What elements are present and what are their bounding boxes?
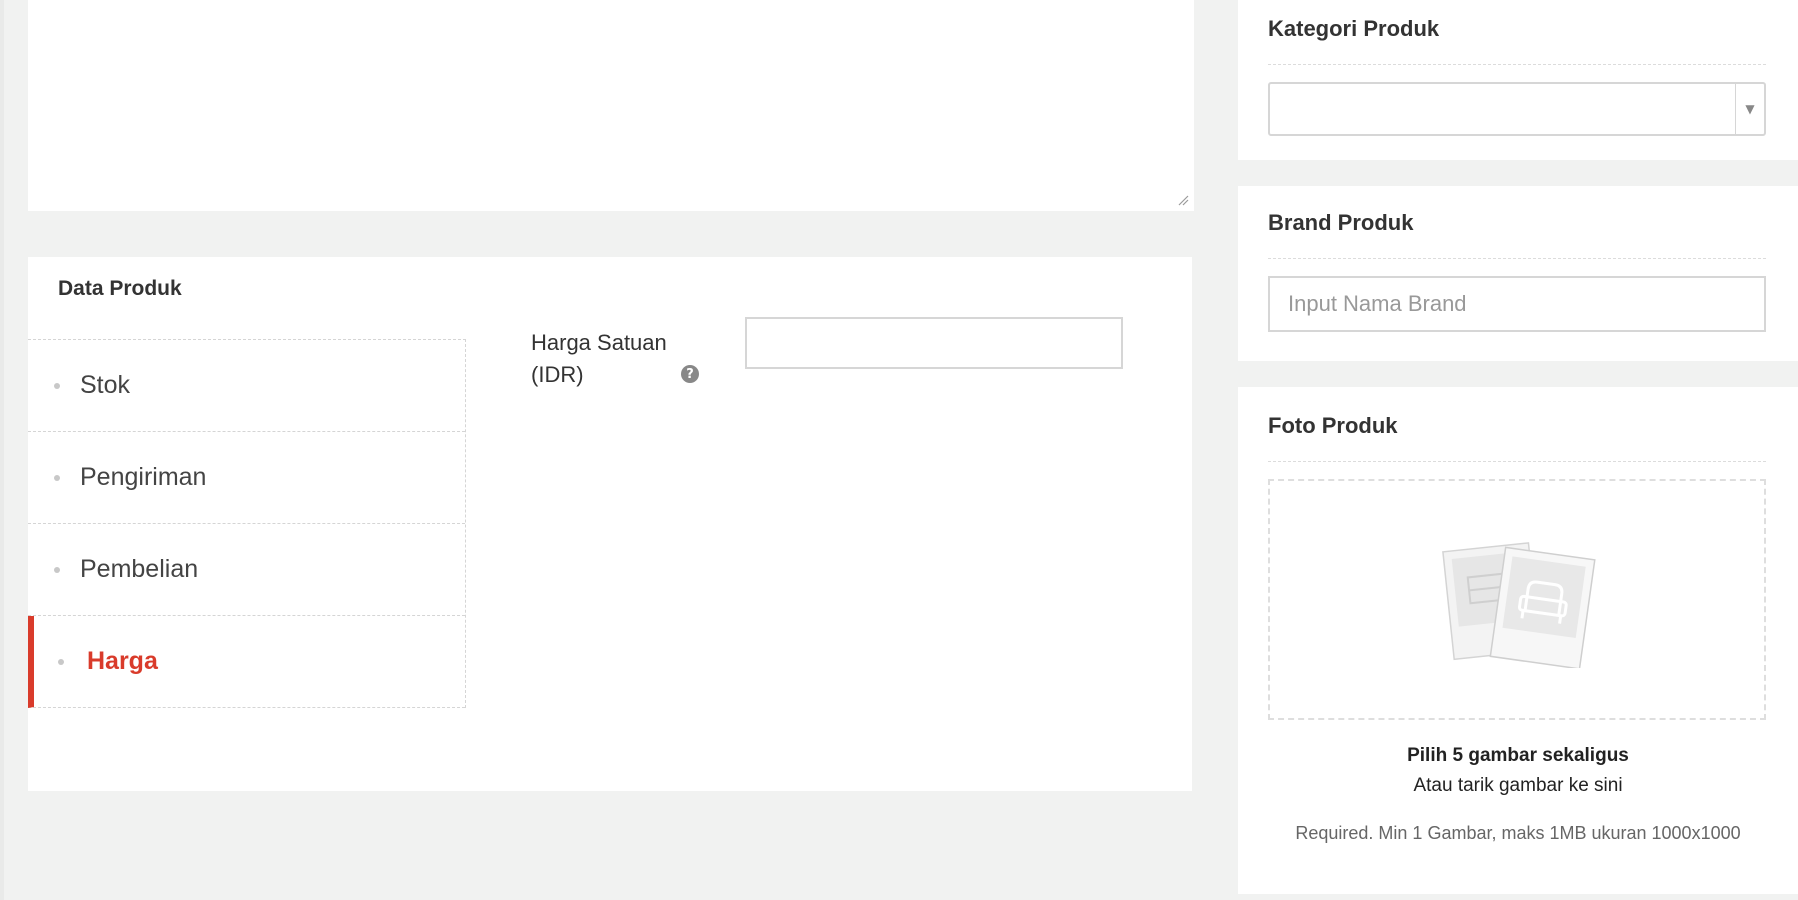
foto-produk-title: Foto Produk [1268, 413, 1398, 438]
kategori-produk-card: Kategori Produk ▼ [1238, 0, 1798, 160]
photo-placeholder-icon [1442, 542, 1596, 668]
photo-dropzone[interactable] [1268, 479, 1766, 720]
kategori-produk-title: Kategori Produk [1268, 16, 1440, 41]
upload-primary-text: Pilih 5 gambar sekaligus [1407, 745, 1629, 766]
divider [1268, 461, 1766, 462]
bullet-icon [58, 658, 64, 665]
kategori-select[interactable]: ▼ [1268, 82, 1766, 136]
brand-input[interactable] [1268, 276, 1766, 332]
harga-satuan-label-line2: (IDR) [531, 362, 584, 387]
description-textarea[interactable] [28, 0, 1194, 211]
harga-satuan-label: Harga Satuan (IDR) [531, 327, 691, 391]
tab-harga[interactable]: Harga [28, 616, 465, 708]
tab-pengiriman[interactable]: Pengiriman [28, 432, 465, 524]
chevron-down-icon[interactable]: ▼ [1735, 84, 1764, 134]
page-left-strip [0, 0, 4, 900]
divider [1268, 258, 1766, 259]
tab-label: Pengiriman [80, 463, 207, 491]
bullet-icon [54, 382, 60, 389]
harga-satuan-input[interactable] [745, 317, 1123, 369]
divider [1268, 64, 1766, 65]
upload-secondary-text: Atau tarik gambar ke sini [1413, 775, 1623, 796]
data-produk-tabs: Stok Pengiriman Pembelian Harga [28, 339, 466, 708]
tab-label: Pembelian [80, 555, 199, 583]
bullet-icon [54, 474, 60, 481]
foto-produk-card: Foto Produk Pilih 5 gambar sekaligus Ata… [1238, 387, 1798, 894]
tab-label: Harga [87, 647, 158, 675]
brand-produk-title: Brand Produk [1268, 210, 1414, 235]
bullet-icon [54, 566, 60, 573]
resize-handle-icon[interactable] [1177, 194, 1189, 206]
question-circle-icon[interactable]: ? [681, 365, 699, 383]
tab-label: Stok [80, 371, 131, 399]
description-card [28, 0, 1194, 211]
brand-produk-card: Brand Produk [1238, 186, 1798, 361]
tab-stok[interactable]: Stok [28, 340, 465, 432]
data-produk-title: Data Produk [58, 277, 182, 300]
tab-pembelian[interactable]: Pembelian [28, 524, 465, 616]
data-produk-card: Data Produk Stok Pengiriman Pembelian Ha… [28, 257, 1192, 791]
upload-requirement-note: Required. Min 1 Gambar, maks 1MB ukuran … [1295, 823, 1741, 843]
harga-satuan-label-line1: Harga Satuan [531, 330, 667, 355]
